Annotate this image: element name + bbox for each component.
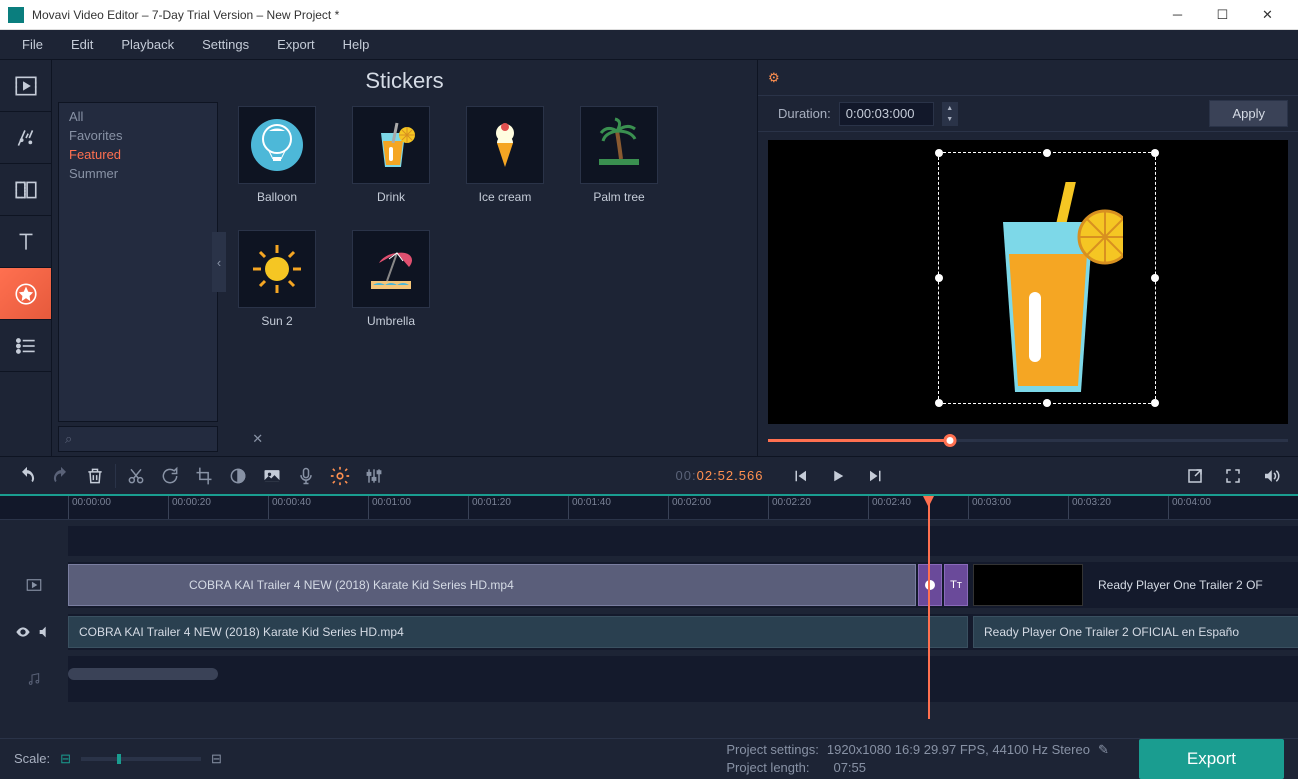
fullscreen-button[interactable] xyxy=(1216,459,1250,493)
menu-edit[interactable]: Edit xyxy=(57,31,107,58)
menubar: File Edit Playback Settings Export Help xyxy=(0,30,1298,60)
cat-all[interactable]: All xyxy=(59,107,217,126)
scale-slider[interactable] xyxy=(81,757,201,761)
preview-viewport[interactable] xyxy=(768,140,1288,424)
titles-tab[interactable] xyxy=(0,216,51,268)
window-title: Movavi Video Editor – 7-Day Trial Versio… xyxy=(32,8,1155,22)
equalizer-button[interactable] xyxy=(357,459,391,493)
cat-featured[interactable]: Featured xyxy=(59,145,217,164)
clip-properties-button[interactable] xyxy=(323,459,357,493)
video-clip-2[interactable]: Ready Player One Trailer 2 OF xyxy=(1088,564,1298,606)
panel-title: Stickers xyxy=(52,60,757,100)
import-tab[interactable] xyxy=(0,60,51,112)
search-input[interactable] xyxy=(72,432,248,447)
play-button[interactable] xyxy=(821,459,855,493)
cut-button[interactable] xyxy=(119,459,153,493)
audio-track: COBRA KAI Trailer 4 NEW (2018) Karate Ki… xyxy=(0,614,1298,650)
audio-clip-1[interactable]: COBRA KAI Trailer 4 NEW (2018) Karate Ki… xyxy=(68,616,968,648)
minimize-button[interactable]: ─ xyxy=(1155,0,1200,30)
speaker-icon[interactable] xyxy=(37,624,53,640)
volume-button[interactable] xyxy=(1254,459,1288,493)
video-track-icon xyxy=(25,576,43,594)
video-clip-1[interactable]: COBRA KAI Trailer 4 NEW (2018) Karate Ki… xyxy=(68,564,916,606)
apply-button[interactable]: Apply xyxy=(1209,100,1288,127)
gear-icon[interactable]: ⚙ xyxy=(768,70,780,86)
eye-icon[interactable] xyxy=(15,624,31,640)
rotate-button[interactable] xyxy=(153,459,187,493)
left-toolbar xyxy=(0,60,52,456)
timeline-tracks: COBRA KAI Trailer 4 NEW (2018) Karate Ki… xyxy=(0,520,1298,720)
collapse-sidebar-button[interactable]: ‹ xyxy=(212,232,226,292)
sticker-icecream[interactable]: Ice cream xyxy=(466,106,544,204)
video-track: COBRA KAI Trailer 4 NEW (2018) Karate Ki… xyxy=(0,562,1298,608)
scale-max-icon[interactable]: ⊟ xyxy=(211,751,222,767)
export-button[interactable]: Export xyxy=(1139,739,1284,779)
duration-label: Duration: xyxy=(778,106,831,121)
preview-header: ⚙ xyxy=(758,60,1298,96)
mic-button[interactable] xyxy=(289,459,323,493)
next-button[interactable] xyxy=(859,459,893,493)
content-panel: Stickers All Favorites Featured Summer ‹… xyxy=(52,60,758,456)
prev-button[interactable] xyxy=(783,459,817,493)
status-bar: Scale: ⊟ ⊟ Project settings:1920x1080 16… xyxy=(0,738,1298,778)
sticker-clip[interactable] xyxy=(918,564,942,606)
preview-panel: ⚙ Duration: ▲▼ Apply xyxy=(758,60,1298,456)
timeline-scrollbar[interactable] xyxy=(68,668,218,680)
menu-settings[interactable]: Settings xyxy=(188,31,263,58)
menu-playback[interactable]: Playback xyxy=(107,31,188,58)
duration-input[interactable] xyxy=(839,102,934,126)
title-clip[interactable]: Tᴛ xyxy=(944,564,968,606)
cat-summer[interactable]: Summer xyxy=(59,164,217,183)
undo-button[interactable] xyxy=(10,459,44,493)
edit-toolbar: 00:02:52.566 xyxy=(0,456,1298,496)
search-row: ⌕ ✕ xyxy=(58,426,218,452)
menu-file[interactable]: File xyxy=(8,31,57,58)
timeline-ruler[interactable]: 00:00:0000:00:2000:00:4000:01:0000:01:20… xyxy=(0,496,1298,520)
clip-properties: Duration: ▲▼ Apply xyxy=(758,96,1298,132)
scale-label: Scale: xyxy=(14,751,50,766)
sticker-sun2[interactable]: Sun 2 xyxy=(238,230,316,328)
crop-button[interactable] xyxy=(187,459,221,493)
search-clear-button[interactable]: ✕ xyxy=(248,431,267,447)
playhead[interactable] xyxy=(928,496,930,719)
menu-export[interactable]: Export xyxy=(263,31,329,58)
selection-box[interactable] xyxy=(938,152,1156,404)
maximize-button[interactable]: ☐ xyxy=(1200,0,1245,30)
stickers-tab[interactable] xyxy=(0,268,51,320)
timecode: 00:02:52.566 xyxy=(676,464,764,487)
project-info: Project settings:1920x1080 16:9 29.97 FP… xyxy=(726,742,1109,775)
app-icon xyxy=(8,7,24,23)
video-clip-thumb[interactable] xyxy=(973,564,1083,606)
transitions-tab[interactable] xyxy=(0,164,51,216)
sticker-balloon[interactable]: Balloon xyxy=(238,106,316,204)
color-button[interactable] xyxy=(221,459,255,493)
titlebar: Movavi Video Editor – 7-Day Trial Versio… xyxy=(0,0,1298,30)
sticker-drink[interactable]: Drink xyxy=(352,106,430,204)
category-list: All Favorites Featured Summer xyxy=(58,102,218,422)
delete-button[interactable] xyxy=(78,459,112,493)
close-button[interactable]: ✕ xyxy=(1245,0,1290,30)
sticker-umbrella[interactable]: Umbrella xyxy=(352,230,430,328)
audio-clip-2[interactable]: Ready Player One Trailer 2 OFICIAL en Es… xyxy=(973,616,1298,648)
playback-slider[interactable] xyxy=(768,432,1288,448)
scale-min-icon[interactable]: ⊟ xyxy=(60,751,71,767)
picture-button[interactable] xyxy=(255,459,289,493)
redo-button[interactable] xyxy=(44,459,78,493)
duration-stepper[interactable]: ▲▼ xyxy=(942,102,958,126)
more-tab[interactable] xyxy=(0,320,51,372)
cat-favorites[interactable]: Favorites xyxy=(59,126,217,145)
filters-tab[interactable] xyxy=(0,112,51,164)
stickers-grid: Balloon Drink Ice cream Palm tree Sun 2 xyxy=(218,100,757,424)
sticker-palmtree[interactable]: Palm tree xyxy=(580,106,658,204)
edit-settings-icon[interactable]: ✎ xyxy=(1098,742,1109,758)
main-area: Stickers All Favorites Featured Summer ‹… xyxy=(0,60,1298,456)
popout-button[interactable] xyxy=(1178,459,1212,493)
search-icon: ⌕ xyxy=(65,431,72,447)
music-icon xyxy=(26,671,42,687)
menu-help[interactable]: Help xyxy=(329,31,384,58)
